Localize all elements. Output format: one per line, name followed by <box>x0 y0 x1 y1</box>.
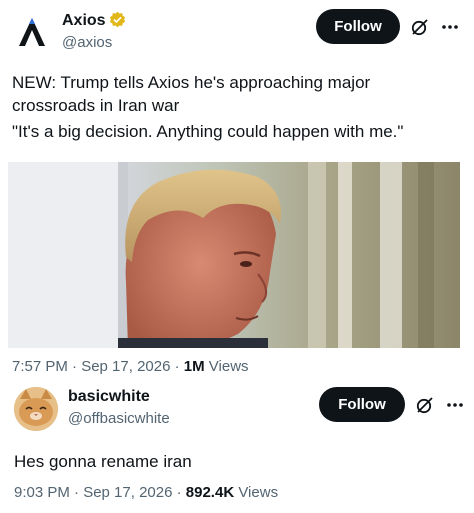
post-text: NEW: Trump tells Axios he's approaching … <box>12 71 467 143</box>
axios-avatar[interactable] <box>12 12 52 52</box>
follow-button[interactable]: Follow <box>316 9 400 44</box>
verified-badge-icon <box>109 11 126 28</box>
axios-logo-icon <box>19 18 45 46</box>
grok-icon[interactable] <box>409 16 431 38</box>
more-icon[interactable] <box>438 16 462 38</box>
reply-author-block: basicwhite @offbasicwhite <box>68 388 170 428</box>
post-text-line: NEW: Trump tells Axios he's approaching … <box>12 73 371 92</box>
post-timestamp[interactable]: 7:57 PM · Sep 17, 2026 · <box>12 358 184 375</box>
post-author-handle[interactable]: @axios <box>62 34 126 52</box>
post-author-name[interactable]: Axios <box>62 12 106 29</box>
reply-meta: 9:03 PM · Sep 17, 2026 · 892.4K Views <box>14 484 278 502</box>
grok-icon[interactable] <box>414 394 436 416</box>
reply-timestamp[interactable]: 9:03 PM · Sep 17, 2026 · <box>14 484 186 501</box>
reply-avatar[interactable] <box>14 387 58 431</box>
cat-avatar-icon <box>14 387 58 431</box>
reply-views-count: 892.4K <box>185 484 235 501</box>
post-meta: 7:57 PM · Sep 17, 2026 · 1M Views <box>12 358 249 376</box>
post-author-block: Axios @axios <box>62 11 126 52</box>
post-text-line: "It's a big decision. Anything could hap… <box>12 122 404 141</box>
more-icon[interactable] <box>443 394 467 416</box>
reply-text: Hes gonna rename iran <box>14 452 192 471</box>
reply-views-label: Views <box>238 484 279 501</box>
post-views-count: 1M <box>183 358 205 375</box>
reply-author-handle[interactable]: @offbasicwhite <box>68 410 170 428</box>
post-photo[interactable] <box>8 162 460 348</box>
reply-follow-button[interactable]: Follow <box>319 387 405 422</box>
reply-author-name[interactable]: basicwhite <box>68 388 170 406</box>
post-views-label: Views <box>208 358 249 375</box>
post-text-line: crossroads in Iran war <box>12 96 180 115</box>
photo-of-man-in-profile-icon <box>8 162 460 348</box>
